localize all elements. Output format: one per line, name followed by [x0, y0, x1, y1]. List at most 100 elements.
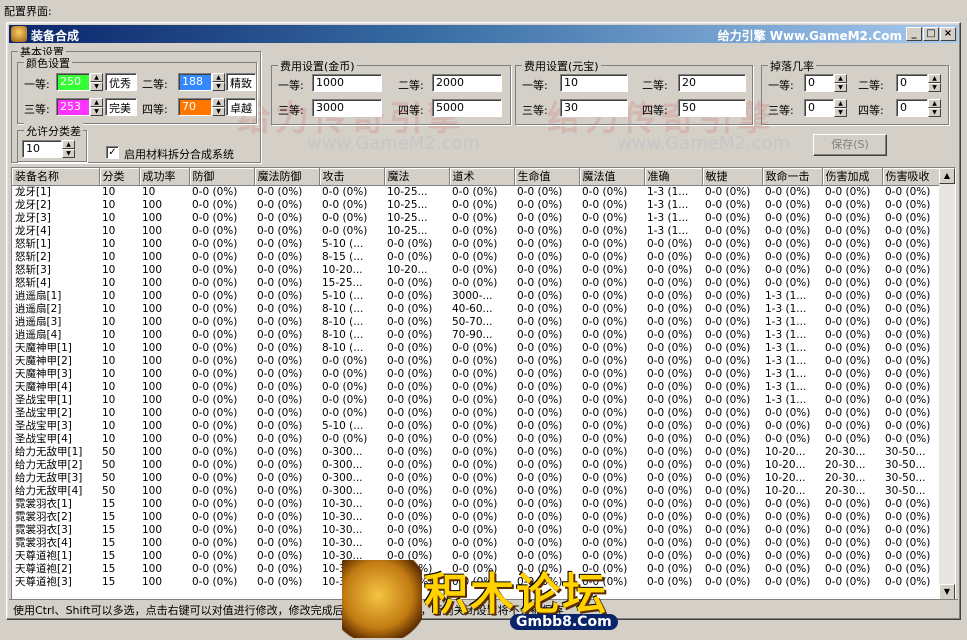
table-cell[interactable]: 0-0 (0%): [449, 524, 514, 537]
table-cell[interactable]: 0-0 (0%): [882, 238, 940, 251]
table-cell[interactable]: 0-0 (0%): [254, 199, 319, 212]
table-cell[interactable]: 0-0 (0%): [189, 251, 254, 264]
table-cell[interactable]: 0-0 (0%): [514, 407, 579, 420]
grade4-color-input[interactable]: 70: [178, 98, 212, 116]
table-cell[interactable]: 0-0 (0%): [644, 433, 702, 446]
table-cell[interactable]: 0-0 (0%): [189, 185, 254, 199]
table-cell[interactable]: 0-0 (0%): [702, 472, 762, 485]
table-cell[interactable]: 0-0 (0%): [189, 277, 254, 290]
table-cell[interactable]: 0-0 (0%): [579, 185, 644, 199]
table-cell[interactable]: 0-0 (0%): [384, 498, 449, 511]
ingot-grade4-input[interactable]: 50: [678, 99, 746, 117]
table-cell[interactable]: 天尊道袍[1]: [12, 550, 99, 563]
table-cell[interactable]: 0-0 (0%): [882, 316, 940, 329]
table-cell[interactable]: 0-0 (0%): [644, 277, 702, 290]
table-cell[interactable]: 0-0 (0%): [579, 329, 644, 342]
table-cell[interactable]: 100: [139, 537, 189, 550]
table-cell[interactable]: 0-0 (0%): [189, 563, 254, 576]
table-cell[interactable]: 0-0 (0%): [882, 394, 940, 407]
table-cell[interactable]: 0-0 (0%): [514, 485, 579, 498]
table-cell[interactable]: 20-30...: [822, 485, 882, 498]
table-cell[interactable]: 100: [139, 459, 189, 472]
column-header[interactable]: 分类: [99, 168, 140, 186]
column-header[interactable]: 魔法防御: [254, 168, 320, 186]
table-cell[interactable]: 20-30...: [822, 459, 882, 472]
table-cell[interactable]: 100: [139, 238, 189, 251]
table-cell[interactable]: 10-20...: [762, 472, 822, 485]
table-cell[interactable]: 0-0 (0%): [579, 316, 644, 329]
table-cell[interactable]: 0-0 (0%): [702, 524, 762, 537]
table-cell[interactable]: 0-0 (0%): [644, 420, 702, 433]
table-cell[interactable]: 0-0 (0%): [579, 446, 644, 459]
grade2-color-spinner[interactable]: ▲ ▼: [212, 73, 225, 91]
table-cell[interactable]: 0-0 (0%): [319, 355, 384, 368]
table-cell[interactable]: 0-0 (0%): [384, 576, 449, 589]
table-row[interactable]: 怒斩[2] 10 100 0-0 (0%) 0-0 (0%) 8-15 (... 0-0 (…: [12, 251, 940, 264]
table-cell[interactable]: 0-0 (0%): [579, 225, 644, 238]
table-cell[interactable]: 0-0 (0%): [254, 277, 319, 290]
table-cell[interactable]: 0-0 (0%): [254, 355, 319, 368]
table-cell[interactable]: 8-10 (...: [319, 342, 384, 355]
table-cell[interactable]: 100: [139, 303, 189, 316]
table-cell[interactable]: 10-20...: [319, 264, 384, 277]
table-cell[interactable]: 怒斩[1]: [12, 238, 99, 251]
table-cell[interactable]: 0-0 (0%): [189, 290, 254, 303]
table-cell[interactable]: 0-0 (0%): [189, 459, 254, 472]
table-cell[interactable]: 给力无敌甲[2]: [12, 459, 99, 472]
table-cell[interactable]: 0-0 (0%): [882, 185, 940, 199]
table-cell[interactable]: 0-0 (0%): [644, 368, 702, 381]
table-cell[interactable]: 8-10 (...: [319, 303, 384, 316]
table-row[interactable]: 天尊道袍[3] 15 100 0-0 (0%) 0-0 (0%) 10-30... 0-0 …: [12, 576, 940, 589]
table-cell[interactable]: 0-0 (0%): [702, 381, 762, 394]
table-cell[interactable]: 0-0 (0%): [702, 394, 762, 407]
table-cell[interactable]: 0-0 (0%): [254, 446, 319, 459]
table-cell[interactable]: 10-20...: [762, 446, 822, 459]
table-cell[interactable]: 0-0 (0%): [514, 550, 579, 563]
table-cell[interactable]: 1-3 (1...: [762, 381, 822, 394]
table-cell[interactable]: 0-0 (0%): [644, 472, 702, 485]
table-cell[interactable]: 10: [139, 185, 189, 199]
table-cell[interactable]: 0-0 (0%): [254, 185, 319, 199]
table-row[interactable]: 圣战宝甲[4] 10 100 0-0 (0%) 0-0 (0%) 0-0 (0%) 0-0 …: [12, 433, 940, 446]
table-cell[interactable]: 0-0 (0%): [384, 316, 449, 329]
table-cell[interactable]: 1-3 (1...: [644, 212, 702, 225]
table-cell[interactable]: 0-0 (0%): [384, 381, 449, 394]
table-cell[interactable]: 0-0 (0%): [702, 550, 762, 563]
table-cell[interactable]: 1-3 (1...: [762, 355, 822, 368]
table-cell[interactable]: 0-0 (0%): [449, 420, 514, 433]
table-cell[interactable]: 0-0 (0%): [762, 563, 822, 576]
table-cell[interactable]: 10: [99, 277, 139, 290]
table-cell[interactable]: 0-0 (0%): [189, 368, 254, 381]
table-cell[interactable]: 0-0 (0%): [822, 524, 882, 537]
drop-grade3-spinner[interactable]: ▲ ▼: [834, 99, 847, 117]
table-cell[interactable]: 0-0 (0%): [189, 381, 254, 394]
table-cell[interactable]: 0-0 (0%): [579, 511, 644, 524]
table-cell[interactable]: 0-0 (0%): [384, 407, 449, 420]
table-cell[interactable]: 1-3 (1...: [762, 394, 822, 407]
table-cell[interactable]: 0-0 (0%): [702, 459, 762, 472]
table-cell[interactable]: 0-0 (0%): [514, 225, 579, 238]
table-cell[interactable]: 龙牙[2]: [12, 199, 99, 212]
table-cell[interactable]: 10: [99, 342, 139, 355]
table-cell[interactable]: 50: [99, 485, 139, 498]
table-cell[interactable]: 50: [99, 446, 139, 459]
table-cell[interactable]: 0-0 (0%): [822, 238, 882, 251]
table-cell[interactable]: 0-0 (0%): [702, 290, 762, 303]
table-cell[interactable]: 0-0 (0%): [254, 290, 319, 303]
table-row[interactable]: 霓裳羽衣[3] 15 100 0-0 (0%) 0-0 (0%) 10-30... 0-0 …: [12, 524, 940, 537]
table-cell[interactable]: 0-0 (0%): [882, 420, 940, 433]
table-cell[interactable]: 0-0 (0%): [822, 264, 882, 277]
table-cell[interactable]: 逍遥扇[2]: [12, 303, 99, 316]
table-cell[interactable]: 0-0 (0%): [319, 368, 384, 381]
table-cell[interactable]: 0-0 (0%): [822, 185, 882, 199]
table-cell[interactable]: 0-0 (0%): [762, 185, 822, 199]
table-cell[interactable]: 0-0 (0%): [189, 446, 254, 459]
table-cell[interactable]: 0-0 (0%): [514, 264, 579, 277]
table-cell[interactable]: 0-300...: [319, 472, 384, 485]
table-cell[interactable]: 15: [99, 498, 139, 511]
gold-grade2-input[interactable]: 2000: [432, 74, 502, 92]
table-cell[interactable]: 0-0 (0%): [702, 407, 762, 420]
table-cell[interactable]: 0-0 (0%): [579, 420, 644, 433]
table-cell[interactable]: 100: [139, 485, 189, 498]
table-cell[interactable]: 0-0 (0%): [882, 277, 940, 290]
